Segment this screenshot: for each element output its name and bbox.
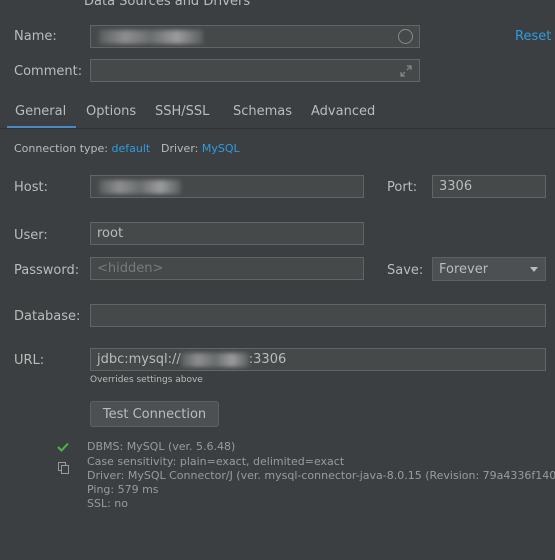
reset-link[interactable]: Reset <box>515 29 551 44</box>
port-label: Port: <box>387 180 418 195</box>
connection-type-label: Connection type: <box>14 142 109 155</box>
comment-field[interactable] <box>90 59 420 82</box>
host-value-redacted <box>99 179 181 194</box>
name-field[interactable] <box>90 25 420 48</box>
result-line: Driver: MySQL Connector/J (ver. mysql-co… <box>87 469 555 482</box>
url-prefix: jdbc:mysql:// <box>97 352 181 367</box>
window-title: Data Sources and Drivers <box>84 0 251 9</box>
clear-circle-icon[interactable] <box>398 29 413 44</box>
name-value-redacted <box>99 29 203 44</box>
comment-label: Comment: <box>14 64 83 79</box>
checkmark-icon <box>57 442 69 452</box>
result-line: Ping: 579 ms <box>87 483 159 496</box>
connection-type-link[interactable]: default <box>112 142 151 155</box>
driver-link[interactable]: MySQL <box>202 142 240 155</box>
chevron-down-icon <box>530 267 538 272</box>
driver-label: Driver: <box>161 142 199 155</box>
url-field[interactable]: jdbc:mysql:// :3306 <box>90 348 546 371</box>
database-field[interactable] <box>90 304 546 327</box>
user-field[interactable]: root <box>90 222 364 245</box>
save-select-value: Forever <box>439 261 489 277</box>
result-line: DBMS: MySQL (ver. 5.6.48) <box>87 440 236 453</box>
tab-ssh-ssl[interactable]: SSH/SSL <box>155 102 209 128</box>
save-label: Save: <box>387 263 424 278</box>
copy-icon[interactable] <box>58 462 69 474</box>
password-field[interactable]: <hidden> <box>90 257 364 280</box>
url-hint: Overrides settings above <box>90 375 203 385</box>
name-label: Name: <box>14 29 57 44</box>
expand-icon[interactable] <box>400 65 412 77</box>
port-field[interactable]: 3306 <box>432 175 546 198</box>
host-field[interactable] <box>90 175 364 198</box>
connection-type-row: Connection type: default <box>14 142 150 155</box>
test-connection-button[interactable]: Test Connection <box>90 401 219 427</box>
url-host-redacted <box>180 352 249 367</box>
password-label: Password: <box>14 263 80 278</box>
tab-divider <box>0 128 555 129</box>
tab-options[interactable]: Options <box>86 102 136 128</box>
tab-schemas[interactable]: Schemas <box>233 102 292 128</box>
result-line: SSL: no <box>87 497 128 510</box>
right-edge-fade <box>527 430 555 470</box>
host-label: Host: <box>14 180 48 195</box>
save-select[interactable]: Forever <box>432 257 546 281</box>
url-label: URL: <box>14 353 45 368</box>
result-line: Case sensitivity: plain=exact, delimited… <box>87 455 345 468</box>
tab-general[interactable]: General <box>6 102 77 129</box>
tab-advanced[interactable]: Advanced <box>311 102 375 128</box>
url-suffix: :3306 <box>248 352 287 367</box>
user-label: User: <box>14 228 48 243</box>
driver-row: Driver: MySQL <box>161 142 240 155</box>
database-label: Database: <box>14 309 81 324</box>
